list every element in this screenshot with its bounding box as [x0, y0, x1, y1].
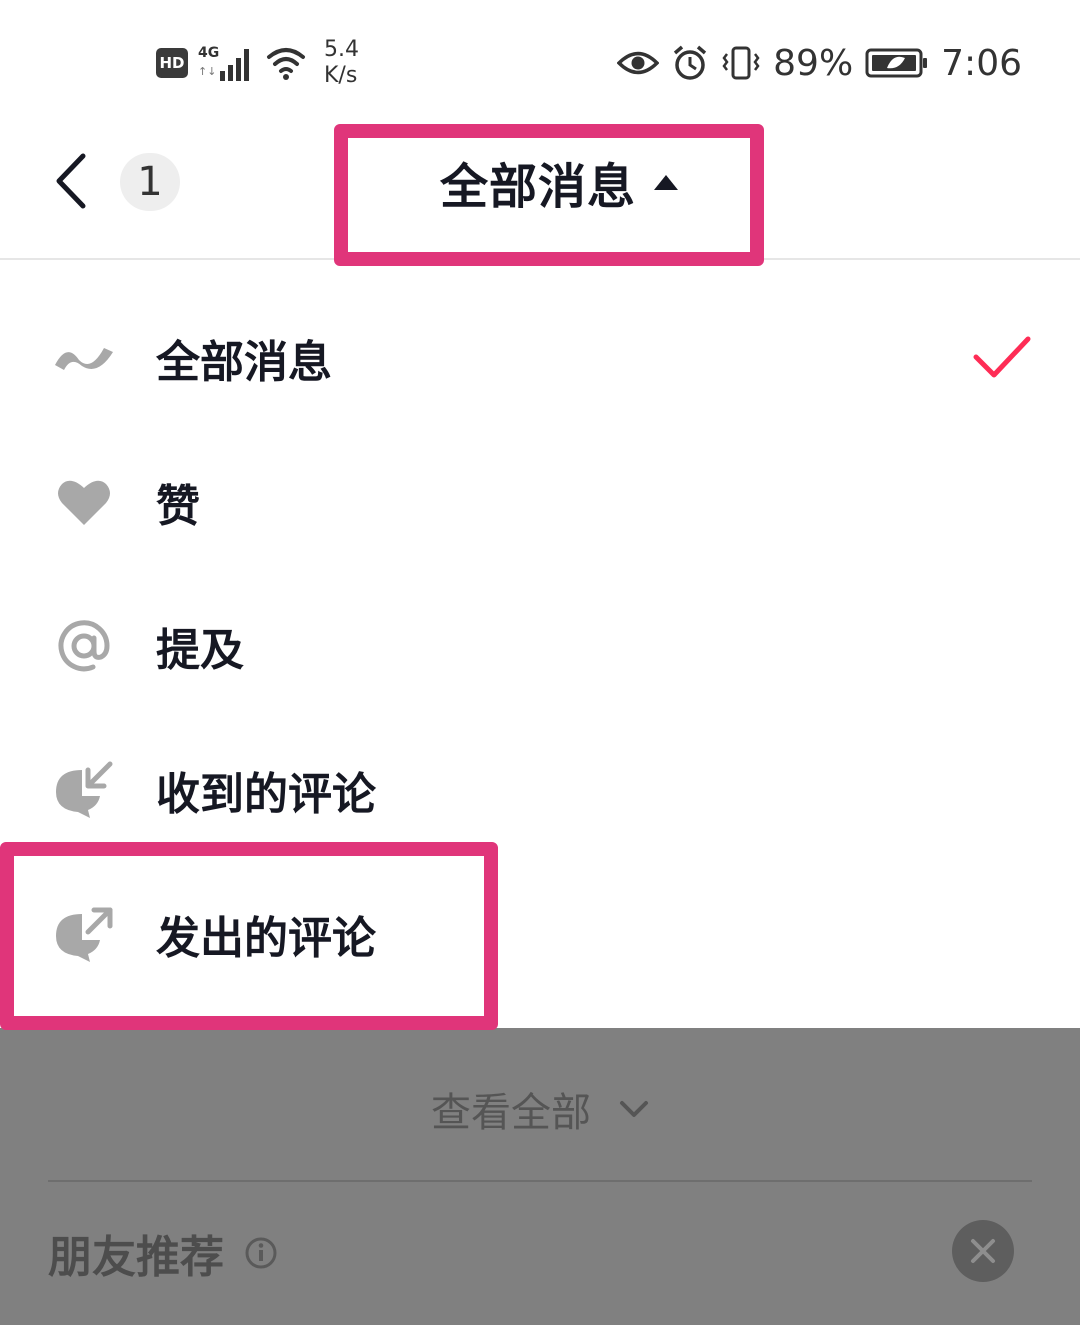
network-speed: 5.4 K/s: [324, 37, 359, 89]
battery-icon: [865, 48, 928, 78]
menu-item-label: 赞: [156, 481, 200, 532]
menu-item-label: 收到的评论: [156, 769, 376, 820]
cellular-signal-icon: 4G ↑↓: [198, 45, 249, 81]
network-speed-unit: K/s: [324, 63, 358, 88]
status-bar: HD 4G ↑↓ 5.4 K/s 89% 7:06: [0, 0, 1080, 110]
view-all-button[interactable]: 查看全部: [0, 1080, 1080, 1138]
chevron-left-icon: [56, 153, 86, 209]
network-speed-value: 5.4: [324, 37, 359, 62]
status-left: HD 4G ↑↓ 5.4 K/s: [156, 37, 359, 89]
clock-time: 7:06: [941, 42, 1022, 84]
back-button[interactable]: [46, 150, 96, 212]
battery-percent: 89%: [773, 42, 854, 84]
check-icon: [973, 336, 1031, 378]
highlight-box-title: [334, 124, 764, 266]
view-all-label: 查看全部: [431, 1090, 591, 1136]
vibrate-icon: [722, 46, 760, 80]
highlight-box-sent-comments: [0, 842, 498, 1030]
hd-badge: HD: [156, 48, 188, 78]
page: HD 4G ↑↓ 5.4 K/s 89% 7:06 1 全部消息 全部消息 赞 …: [0, 0, 1080, 1325]
info-icon[interactable]: [244, 1236, 278, 1270]
close-button[interactable]: [952, 1220, 1014, 1282]
status-right: 89% 7:06: [617, 38, 1022, 88]
menu-item-label: 全部消息: [156, 337, 332, 388]
menu-item-likes[interactable]: 赞: [0, 430, 1080, 574]
friend-recommendations-header: 朋友推荐: [48, 1218, 1032, 1288]
divider: [48, 1180, 1032, 1182]
wifi-icon: [267, 48, 305, 80]
dim-overlay[interactable]: 查看全部 朋友推荐: [0, 1028, 1080, 1325]
friends-title: 朋友推荐: [48, 1232, 224, 1283]
menu-item-all[interactable]: 全部消息: [0, 286, 1080, 430]
at-icon: [52, 614, 116, 678]
menu-item-mentions[interactable]: 提及: [0, 574, 1080, 718]
heart-icon: [52, 470, 116, 534]
unread-count-badge: 1: [120, 153, 180, 211]
comment-received-icon: [52, 758, 116, 822]
alarm-icon: [674, 45, 707, 80]
eye-icon: [617, 51, 660, 75]
wave-icon: [52, 326, 116, 390]
chevron-down-icon: [620, 1101, 648, 1117]
close-icon: [971, 1239, 995, 1263]
menu-item-label: 提及: [156, 625, 244, 676]
menu-item-received-comments[interactable]: 收到的评论: [0, 718, 1080, 862]
svg-text:4G: 4G: [198, 45, 219, 61]
svg-text:↑↓: ↑↓: [198, 65, 216, 78]
